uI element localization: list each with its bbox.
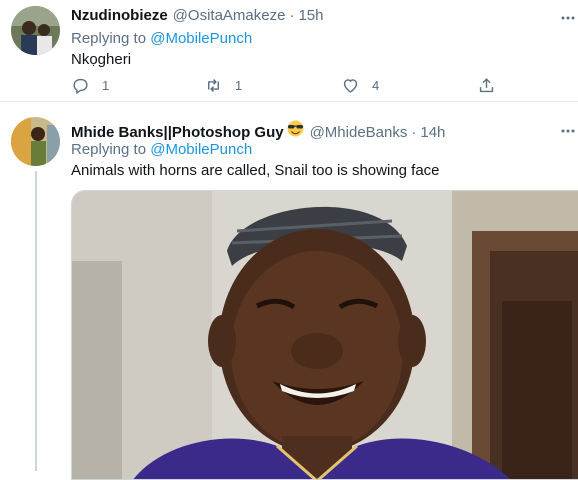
separator-dot: · xyxy=(289,7,295,24)
user-handle[interactable]: @MhideBanks xyxy=(310,124,408,141)
reply-button[interactable]: 1 xyxy=(71,76,109,95)
mention-link[interactable]: @MobilePunch xyxy=(150,30,252,47)
sunglasses-face-emoji xyxy=(286,120,305,137)
tweet-photo[interactable] xyxy=(71,190,578,480)
avatar[interactable] xyxy=(11,117,60,166)
heart-icon xyxy=(343,79,358,93)
share-upload-icon xyxy=(479,78,494,93)
replying-to: Replying to @MobilePunch xyxy=(71,141,252,158)
reply-count: 1 xyxy=(102,78,110,93)
ellipsis-icon[interactable] xyxy=(560,10,576,20)
speech-bubble-icon xyxy=(73,78,88,95)
avatar[interactable] xyxy=(11,6,60,55)
like-count: 4 xyxy=(372,78,380,93)
tweet-mhide[interactable]: Mhide Banks||Photoshop Guy @MhideBanks ·… xyxy=(0,103,578,480)
retweet-arrows-icon xyxy=(208,79,219,92)
like-button[interactable]: 4 xyxy=(341,76,379,95)
replying-prefix: Replying to xyxy=(71,30,147,47)
separator-dot: · xyxy=(411,124,417,141)
timestamp[interactable]: 14h xyxy=(420,124,445,141)
replying-to: Replying to @MobilePunch xyxy=(71,30,252,47)
action-bar: 1 1 4 xyxy=(71,76,511,100)
retweet-button[interactable]: 1 xyxy=(204,76,242,95)
retweet-count: 1 xyxy=(235,78,243,93)
tweet-text: Nkọgheri xyxy=(71,51,132,68)
timestamp[interactable]: 15h xyxy=(298,7,323,24)
ellipsis-icon[interactable] xyxy=(560,123,576,133)
display-name[interactable]: Nzudinobieze xyxy=(71,7,168,24)
share-button[interactable] xyxy=(477,76,508,95)
user-handle[interactable]: @OsitaAmakeze xyxy=(173,7,286,24)
replying-prefix: Replying to xyxy=(71,141,147,158)
mention-link[interactable]: @MobilePunch xyxy=(150,141,252,158)
tweet-text: Animals with horns are called, Snail too… xyxy=(71,162,440,179)
display-name[interactable]: Mhide Banks||Photoshop Guy xyxy=(71,124,284,141)
thread-line xyxy=(35,171,37,471)
tweet-osita[interactable]: Nzudinobieze @OsitaAmakeze · 15h Replyin… xyxy=(0,0,578,102)
